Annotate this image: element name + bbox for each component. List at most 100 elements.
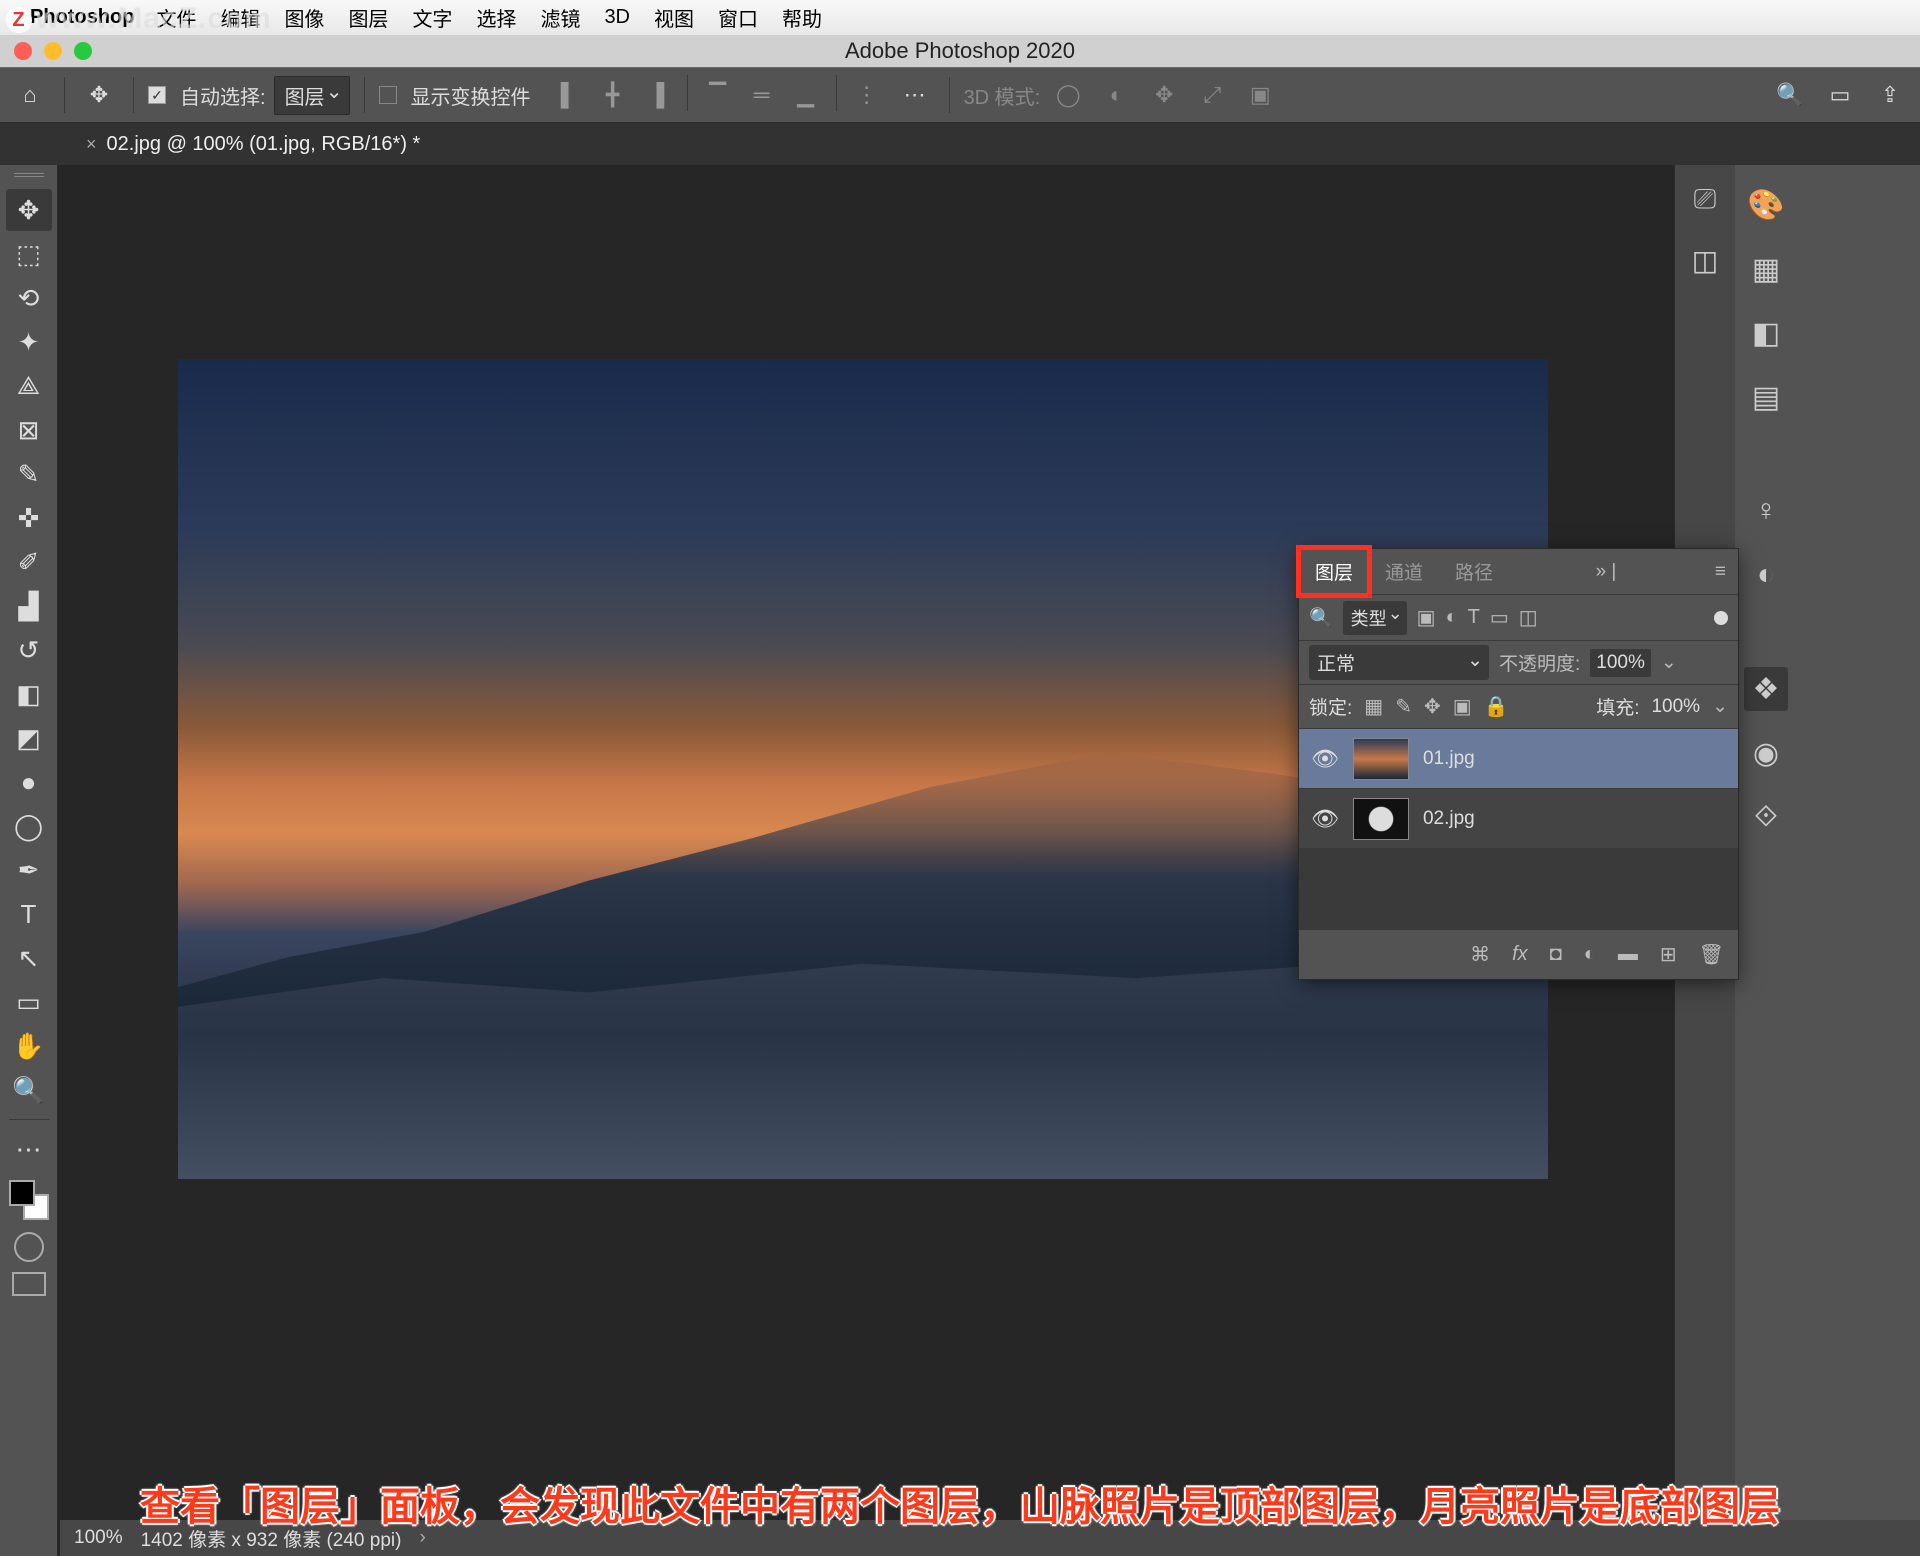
path-select-tool[interactable]: ↖ xyxy=(6,937,52,979)
gradients-panel-icon[interactable]: ◧ xyxy=(1744,311,1788,355)
new-layer-icon[interactable]: ⊞ xyxy=(1660,942,1677,967)
libraries-icon[interactable]: ◫ xyxy=(1692,244,1718,277)
gradient-tool[interactable]: ◩ xyxy=(6,717,52,759)
color-panel-icon[interactable]: 🎨 xyxy=(1744,183,1788,227)
filter-shape-icon[interactable]: ▭ xyxy=(1490,605,1509,630)
color-swatches[interactable] xyxy=(9,1180,49,1220)
menu-view[interactable]: 视图 xyxy=(654,3,694,32)
group-icon[interactable]: ▬ xyxy=(1618,943,1638,966)
layer-row[interactable]: 👁 01.jpg xyxy=(1299,729,1738,789)
visibility-icon[interactable]: 👁 xyxy=(1311,746,1339,772)
menu-window[interactable]: 窗口 xyxy=(718,3,758,32)
hand-tool[interactable]: ✋ xyxy=(6,1025,52,1067)
layer-name[interactable]: 01.jpg xyxy=(1423,748,1475,770)
type-tool[interactable]: T xyxy=(6,893,52,935)
healing-tool[interactable]: ✜ xyxy=(6,497,52,539)
frame-tool[interactable]: ⊠ xyxy=(6,409,52,451)
rectangle-tool[interactable]: ▭ xyxy=(6,981,52,1023)
paths-panel-icon[interactable]: ⟐ xyxy=(1744,795,1788,839)
align-vcenter-icon[interactable]: ═ xyxy=(742,75,782,115)
menu-layer[interactable]: 图层 xyxy=(348,3,388,32)
dodge-tool[interactable]: ◯ xyxy=(6,805,52,847)
share-icon[interactable]: ⇪ xyxy=(1870,75,1910,115)
align-left-icon[interactable]: ▌ xyxy=(549,75,589,115)
toolbox-grip[interactable] xyxy=(14,173,44,181)
adjustment-layer-icon[interactable]: ◐ xyxy=(1584,943,1596,966)
adjust-panel-icon[interactable]: ◐ xyxy=(1744,553,1788,597)
menu-help[interactable]: 帮助 xyxy=(782,3,822,32)
align-bottom-icon[interactable]: ▁ xyxy=(786,75,826,115)
patterns-panel-icon[interactable]: ▤ xyxy=(1744,375,1788,419)
more-align-icon[interactable]: ⋯ xyxy=(895,75,935,115)
show-transform-checkbox[interactable] xyxy=(379,86,397,104)
layer-name[interactable]: 02.jpg xyxy=(1423,808,1475,830)
opacity-value[interactable]: 100% xyxy=(1590,649,1651,677)
search-icon[interactable]: 🔍 xyxy=(1770,75,1810,115)
visibility-icon[interactable]: 👁 xyxy=(1311,806,1339,832)
align-hcenter-icon[interactable]: ╋ xyxy=(593,75,633,115)
fill-value[interactable]: 100% xyxy=(1651,696,1700,718)
move-tool[interactable]: ✥ xyxy=(6,189,52,231)
link-layers-icon[interactable]: ⌘ xyxy=(1470,942,1490,967)
bulb-panel-icon[interactable]: ♀ xyxy=(1744,489,1788,533)
home-button[interactable]: ⌂ xyxy=(10,75,50,115)
layer-thumbnail[interactable] xyxy=(1353,738,1409,780)
stamp-tool[interactable]: ▟ xyxy=(6,585,52,627)
pen-tool[interactable]: ✒ xyxy=(6,849,52,891)
lock-pixels-icon[interactable]: ✎ xyxy=(1395,694,1412,719)
auto-select-dropdown[interactable]: 图层 xyxy=(274,76,350,115)
lasso-tool[interactable]: ⟲ xyxy=(6,277,52,319)
lock-position-icon[interactable]: ✥ xyxy=(1424,694,1441,719)
align-top-icon[interactable]: ▔ xyxy=(698,75,738,115)
move-tool-icon[interactable]: ✥ xyxy=(79,75,119,115)
distribute-icon[interactable]: ⋮ xyxy=(847,75,887,115)
eraser-tool[interactable]: ◧ xyxy=(6,673,52,715)
menu-select[interactable]: 选择 xyxy=(476,3,516,32)
tab-channels[interactable]: 通道 xyxy=(1369,548,1439,595)
channels-panel-icon[interactable]: ◉ xyxy=(1744,731,1788,775)
document-tab[interactable]: × 02.jpg @ 100% (01.jpg, RGB/16*) * xyxy=(70,125,436,164)
mask-icon[interactable]: ◘ xyxy=(1550,943,1562,966)
swatches-panel-icon[interactable]: ▦ xyxy=(1744,247,1788,291)
marquee-tool[interactable]: ⬚ xyxy=(6,233,52,275)
menu-filter[interactable]: 滤镜 xyxy=(540,3,580,32)
crop-tool[interactable]: ⟁ xyxy=(6,365,52,407)
tab-paths[interactable]: 路径 xyxy=(1439,548,1509,595)
history-brush-tool[interactable]: ↺ xyxy=(6,629,52,671)
fx-icon[interactable]: fx xyxy=(1512,943,1528,966)
filter-toggle[interactable] xyxy=(1714,611,1728,625)
lock-transparency-icon[interactable]: ▦ xyxy=(1364,694,1383,719)
filter-smart-icon[interactable]: ◫ xyxy=(1519,605,1538,630)
zoom-tool[interactable]: 🔍 xyxy=(6,1069,52,1111)
filter-type-icon[interactable]: T xyxy=(1468,606,1480,629)
close-tab-icon[interactable]: × xyxy=(86,134,97,155)
filter-adjust-icon[interactable]: ◐ xyxy=(1446,606,1458,629)
layer-row[interactable]: 👁 02.jpg xyxy=(1299,789,1738,849)
lock-artboard-icon[interactable]: ▣ xyxy=(1453,694,1472,719)
layer-thumbnail[interactable] xyxy=(1353,798,1409,840)
workspace-icon[interactable]: ▭ xyxy=(1820,75,1860,115)
panel-expand-icon[interactable]: » | xyxy=(1584,561,1629,583)
delete-layer-icon[interactable]: 🗑 xyxy=(1699,942,1724,967)
brush-tool[interactable]: ✐ xyxy=(6,541,52,583)
filter-type-dropdown[interactable]: 类型 xyxy=(1343,601,1407,635)
lock-all-icon[interactable]: 🔒 xyxy=(1484,694,1509,719)
menu-3d[interactable]: 3D xyxy=(604,6,630,29)
edit-toolbar-icon[interactable]: ⋯ xyxy=(6,1128,52,1170)
properties-icon[interactable]: ⎚ xyxy=(1694,183,1716,216)
layers-panel-icon[interactable]: ❖ xyxy=(1744,667,1788,711)
panel-menu-icon[interactable]: ≡ xyxy=(1703,561,1738,583)
menu-image[interactable]: 图像 xyxy=(284,3,324,32)
align-right-icon[interactable]: ▐ xyxy=(637,75,677,115)
panel-icons-column: 🎨 ▦ ◧ ▤ ♀ ◐ ❖ ◉ ⟐ xyxy=(1735,165,1797,1556)
menu-type[interactable]: 文字 xyxy=(412,3,452,32)
filter-pixel-icon[interactable]: ▣ xyxy=(1417,605,1436,630)
auto-select-checkbox[interactable]: ✓ xyxy=(148,86,166,104)
blend-mode-dropdown[interactable]: 正常 xyxy=(1309,645,1489,680)
tab-layers[interactable]: 图层 xyxy=(1299,548,1369,595)
eyedropper-tool[interactable]: ✎ xyxy=(6,453,52,495)
screen-mode-icon[interactable] xyxy=(12,1272,46,1296)
blur-tool[interactable]: ● xyxy=(6,761,52,803)
quick-select-tool[interactable]: ✦ xyxy=(6,321,52,363)
quick-mask-icon[interactable] xyxy=(14,1232,44,1262)
